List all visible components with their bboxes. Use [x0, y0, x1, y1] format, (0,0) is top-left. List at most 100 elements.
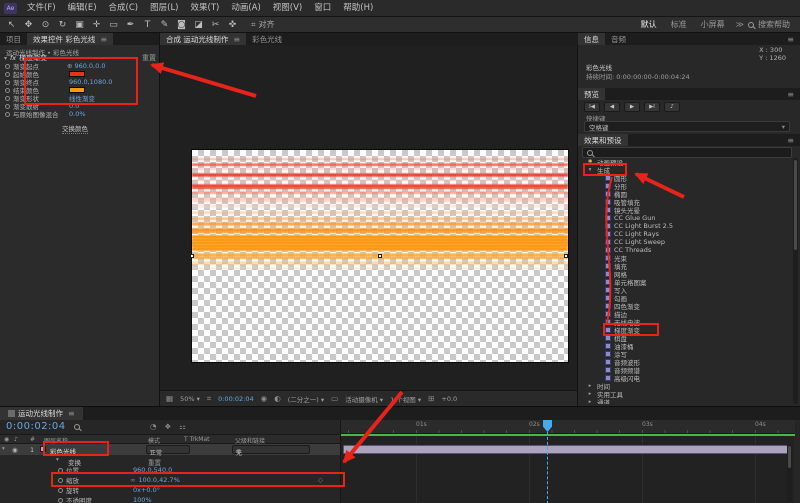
effects-list-item[interactable]: 单元格图案 [578, 278, 793, 287]
menu-item[interactable]: 文件(F) [21, 0, 62, 16]
effects-list-item[interactable]: ✱ 动画预设 [578, 158, 793, 167]
menu-item[interactable]: 图层(L) [144, 0, 184, 16]
eye-icon[interactable]: ◉ [12, 446, 18, 454]
timeline-property-row[interactable]: 缩放 ∞ 100.0,42.7% ◇ [0, 475, 340, 485]
effects-list-item[interactable]: 无线电波 [578, 318, 793, 327]
effects-list-item[interactable]: 分形 [578, 182, 793, 191]
effects-search-input[interactable] [582, 147, 792, 158]
workspace-tab[interactable]: 默认 [634, 19, 664, 30]
twirl-icon[interactable]: ▾ [586, 167, 594, 173]
view-options-icon[interactable]: ▦ [166, 394, 173, 403]
twirl-icon[interactable]: ▾ [4, 55, 7, 62]
effects-list-item[interactable]: 梯度渐变 [578, 326, 793, 335]
transport-button[interactable]: I◀ [584, 102, 600, 112]
effects-list-item[interactable]: 描边 [578, 310, 793, 319]
twirl-icon[interactable]: ▸ [586, 391, 594, 397]
twirl-icon[interactable]: ▾ [2, 446, 5, 452]
tool-icon[interactable]: ↖ [3, 18, 20, 32]
timeline-layer-row[interactable]: ▾ ◉ 1 彩色光线 正常 ▾ ◎ 无 ▾ [0, 444, 340, 457]
panel-menu-icon[interactable]: ≡ [781, 134, 800, 146]
effects-list-item[interactable]: ▾ 生成 [578, 166, 793, 175]
stopwatch-icon[interactable] [58, 467, 63, 473]
stopwatch-icon[interactable] [5, 95, 10, 101]
workspace-tab[interactable]: 小屏幕 [694, 19, 732, 30]
effects-list-item[interactable]: CC Threads [578, 246, 793, 254]
effects-list-item[interactable]: 椭圆 [578, 190, 793, 199]
stopwatch-icon[interactable] [58, 477, 63, 483]
tab-timeline-comp[interactable]: 运动光线制作 ≡ [0, 407, 83, 420]
tab-composition[interactable]: 合成 运动光线制作 ≡ [160, 33, 247, 45]
parent-dropdown[interactable]: ◎ 无 ▾ [232, 445, 310, 457]
effects-list-item[interactable]: CC Light Burst 2.5 [578, 222, 793, 230]
stopwatch-icon[interactable] [58, 487, 63, 493]
transport-button[interactable]: ▶I [644, 102, 660, 112]
property-value[interactable]: 0x+0.0° [133, 486, 160, 494]
tool-icon[interactable]: ✂ [207, 18, 224, 32]
stopwatch-icon[interactable] [5, 103, 10, 109]
effects-list-item[interactable]: 吸管填充 [578, 198, 793, 207]
property-value[interactable]: 100% [133, 496, 152, 503]
effects-list-item[interactable]: 圆形 [578, 174, 793, 183]
workspace-tab[interactable]: 标准 [664, 19, 694, 30]
menu-item[interactable]: 编辑(E) [62, 0, 103, 16]
stopwatch-icon[interactable] [5, 87, 10, 93]
stopwatch-icon[interactable] [5, 63, 10, 69]
tab-effects-presets[interactable]: 效果和预设 [578, 134, 628, 146]
tool-icon[interactable]: ✎ [156, 18, 173, 32]
effects-list-item[interactable]: ▸ 实用工具 [578, 390, 793, 399]
effects-list-item[interactable]: 光束 [578, 254, 793, 263]
crosshair-icon[interactable]: ⊕ [67, 62, 72, 70]
column-number[interactable]: # [30, 436, 35, 443]
timeline-scrollbar[interactable] [787, 444, 792, 502]
timeline-toggle-icon[interactable]: ❖ [165, 422, 172, 431]
tab-audio[interactable]: 音频 [605, 33, 632, 45]
twirl-icon[interactable]: ▸ [586, 383, 594, 389]
effects-list-item[interactable]: 油漆桶 [578, 342, 793, 351]
tool-icon[interactable]: T [139, 18, 156, 32]
property-value[interactable]: 100.0,42.7% [138, 476, 179, 484]
view-layout-select[interactable]: 1 个视图 ▾ [390, 394, 421, 404]
effects-list-item[interactable]: 镜头光晕 [578, 206, 793, 215]
timeline-property-row[interactable]: 旋转 0x+0.0° [0, 485, 340, 495]
stopwatch-icon[interactable] [58, 497, 63, 503]
effects-list-item[interactable]: 勾画 [578, 294, 793, 303]
stopwatch-icon[interactable] [5, 79, 10, 85]
tab-project[interactable]: 项目 [0, 33, 27, 45]
tool-icon[interactable]: ▣ [71, 18, 88, 32]
tool-icon[interactable]: ◪ [190, 18, 207, 32]
transport-button[interactable]: ♪ [664, 102, 680, 112]
tab-effect-controls[interactable]: 效果控件 彩色光线 ≡ [27, 33, 114, 45]
link-icon[interactable]: ∞ [130, 476, 135, 484]
menu-item[interactable]: 窗口 [308, 0, 337, 16]
menu-item[interactable]: 视图(V) [267, 0, 308, 16]
timeline-track-area[interactable]: 01s 02s 03s 04s [340, 420, 795, 503]
swap-colors-button[interactable]: 交换颜色 [62, 123, 88, 134]
tool-icon[interactable]: ✛ [88, 18, 105, 32]
property-value[interactable]: 0.0 [69, 102, 79, 110]
snapping-toggle[interactable]: ⌗ 对齐 [251, 19, 275, 30]
camera-select[interactable]: 活动摄像机 ▾ [345, 394, 383, 404]
effects-list-item[interactable]: CC Light Rays [578, 230, 793, 238]
current-timecode[interactable]: 0:00:02:04 [6, 421, 66, 432]
blend-mode-dropdown[interactable]: 正常 ▾ [146, 445, 190, 457]
composition-viewport[interactable] [160, 45, 578, 390]
menu-item[interactable]: 合成(C) [103, 0, 145, 16]
timeline-toggle-icon[interactable]: ⚏ [179, 422, 186, 431]
workspace-overflow-button[interactable]: ≫ [732, 20, 748, 29]
zoom-select[interactable]: 50% ▾ [180, 395, 200, 403]
panel-menu-icon[interactable]: ≡ [233, 35, 240, 44]
tool-icon[interactable]: ✥ [20, 18, 37, 32]
panel-menu-icon[interactable]: ≡ [100, 35, 107, 44]
color-swatch[interactable] [69, 71, 85, 77]
effects-list-item[interactable]: 音频频谱 [578, 366, 793, 375]
column-trkmat[interactable]: T TrkMat [184, 436, 210, 443]
effects-list-item[interactable]: 网格 [578, 270, 793, 279]
tool-icon[interactable]: ✜ [224, 18, 241, 32]
effects-list-item[interactable]: 四色渐变 [578, 302, 793, 311]
keyframe-diamond-icon[interactable]: ◇ [318, 476, 323, 484]
tool-icon[interactable]: ⊙ [37, 18, 54, 32]
safe-margins-icon[interactable]: ⌗ [207, 394, 211, 404]
effects-list-item[interactable]: 高级闪电 [578, 374, 793, 383]
roi-icon[interactable]: ▭ [331, 394, 338, 403]
menu-item[interactable]: 效果(T) [185, 0, 226, 16]
